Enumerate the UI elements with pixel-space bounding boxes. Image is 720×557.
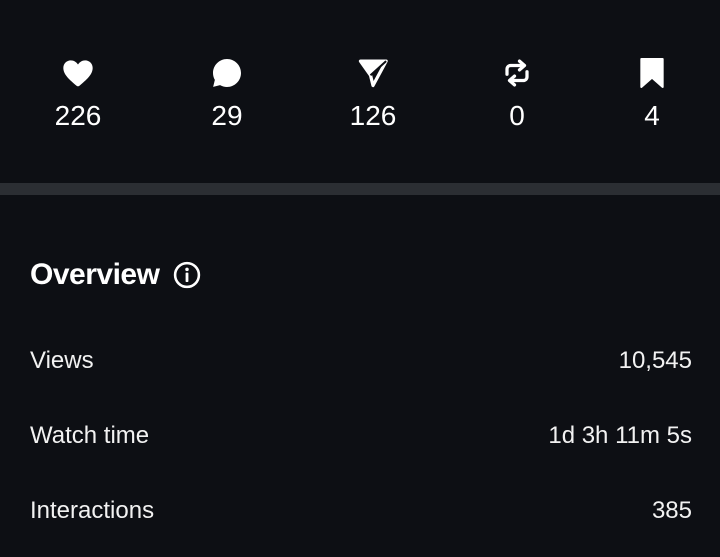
metric-value: 10,545 (618, 347, 692, 374)
likes-count: 226 (54, 100, 102, 131)
heart-icon (61, 56, 95, 90)
likes-stat[interactable]: 226 (23, 56, 133, 132)
comments-stat[interactable]: 29 (172, 56, 282, 132)
metric-row-interactions: Interactions 385 (30, 496, 692, 526)
info-icon[interactable] (173, 261, 201, 289)
comments-count: 29 (211, 100, 243, 131)
saves-count: 4 (644, 100, 660, 131)
overview-header: Overview (30, 256, 201, 294)
engagement-stats: 226 29 126 0 4 (0, 0, 720, 183)
metric-row-views: Views 10,545 (30, 346, 692, 376)
metric-label: Views (30, 347, 94, 374)
comment-icon (210, 56, 244, 90)
metric-value: 1d 3h 11m 5s (548, 422, 692, 449)
shares-stat[interactable]: 126 (318, 56, 428, 132)
section-divider (0, 183, 720, 195)
reposts-count: 0 (509, 100, 525, 131)
metric-value: 385 (651, 497, 692, 524)
overview-title: Overview (30, 258, 160, 291)
send-icon (356, 56, 390, 90)
metric-label: Interactions (30, 497, 155, 524)
shares-count: 126 (349, 100, 397, 131)
saves-stat[interactable]: 4 (597, 56, 707, 132)
bookmark-icon (635, 56, 669, 90)
metric-label: Watch time (30, 422, 150, 449)
metric-row-watch-time: Watch time 1d 3h 11m 5s (30, 421, 692, 451)
insights-screen: 226 29 126 0 4 Overview Views 10,545 Wat… (0, 0, 720, 557)
reposts-stat[interactable]: 0 (462, 56, 572, 132)
repost-icon (500, 56, 534, 90)
